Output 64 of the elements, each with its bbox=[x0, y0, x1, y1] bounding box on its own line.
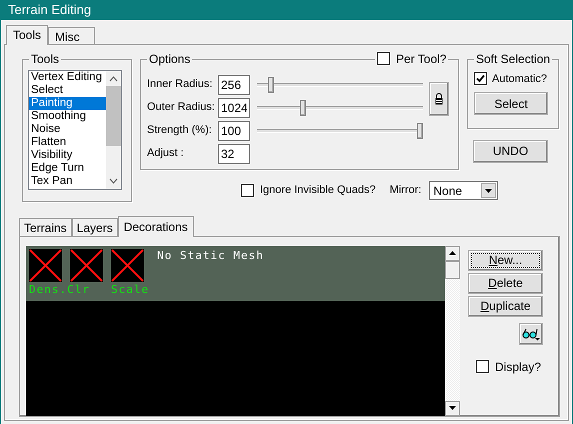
scroll-up-icon[interactable] bbox=[109, 76, 118, 82]
checkbox[interactable] bbox=[377, 52, 390, 65]
field-label: Inner Radius: bbox=[147, 77, 214, 92]
field-label: Outer Radius: bbox=[147, 100, 216, 116]
checkbox-label: Per Tool? bbox=[396, 52, 446, 66]
tab[interactable]: Tools bbox=[6, 24, 48, 44]
missing-image-icon[interactable] bbox=[111, 248, 144, 282]
scroll-down-icon[interactable] bbox=[449, 406, 456, 410]
dropdown-value: None bbox=[432, 182, 464, 200]
dropdown-arrow-icon bbox=[485, 188, 492, 192]
number-field[interactable]: 32 bbox=[218, 144, 250, 164]
mirror-dropdown[interactable]: None bbox=[429, 181, 498, 200]
field-label: Adjust : bbox=[147, 146, 185, 162]
field-label: Strength (%): bbox=[147, 123, 213, 138]
mesh-label: No Static Mesh bbox=[157, 248, 264, 264]
slider-thumb[interactable] bbox=[268, 76, 274, 92]
list-item[interactable]: Edge Turn bbox=[29, 162, 106, 174]
tab[interactable]: Misc bbox=[48, 26, 95, 44]
number-field[interactable]: 256 bbox=[218, 74, 250, 94]
thumbnail-label: Dens.Clr bbox=[29, 282, 91, 296]
lock-button[interactable] bbox=[429, 82, 449, 116]
select-button[interactable]: Select bbox=[474, 92, 548, 115]
tab[interactable]: Terrains bbox=[19, 218, 72, 236]
slider-thumb[interactable] bbox=[417, 122, 423, 138]
list-item[interactable]: Smoothing bbox=[29, 110, 106, 122]
group-title: Soft Selection bbox=[474, 52, 552, 66]
scrollbar[interactable] bbox=[106, 70, 121, 188]
number-field[interactable]: 100 bbox=[218, 120, 250, 140]
scroll-thumb[interactable] bbox=[445, 260, 460, 278]
checkbox-label: Automatic? bbox=[492, 72, 548, 86]
tab[interactable]: Layers bbox=[72, 218, 118, 236]
number-field[interactable]: 1024 bbox=[218, 98, 250, 118]
lock-icon bbox=[435, 92, 443, 104]
missing-image-icon[interactable] bbox=[70, 248, 103, 282]
scroll-thumb[interactable] bbox=[106, 86, 121, 146]
list-item[interactable]: Select bbox=[29, 84, 106, 96]
missing-image-icon[interactable] bbox=[29, 248, 62, 282]
list-item[interactable]: Visibility bbox=[29, 148, 106, 162]
list-item[interactable]: Tex Pan bbox=[29, 174, 106, 188]
window-title: Terrain Editing bbox=[7, 1, 92, 19]
action-button[interactable]: New... bbox=[468, 250, 543, 270]
glasses-icon bbox=[522, 326, 540, 340]
field-label: Mirror: bbox=[390, 183, 422, 198]
group-title: Tools bbox=[29, 52, 62, 66]
action-button[interactable]: Delete bbox=[468, 272, 543, 294]
scroll-up-icon[interactable] bbox=[449, 251, 456, 255]
checkbox[interactable] bbox=[241, 184, 254, 197]
view-options-button[interactable] bbox=[519, 322, 543, 344]
checkbox-label: Display? bbox=[495, 358, 542, 376]
list-item[interactable]: Painting bbox=[29, 96, 106, 110]
list-item[interactable]: Vertex Editing bbox=[29, 70, 106, 84]
action-button[interactable]: Duplicate bbox=[468, 296, 543, 316]
list-item[interactable]: Flatten bbox=[29, 136, 106, 148]
thumbnail-label: Scale bbox=[111, 282, 150, 296]
tab[interactable]: Decorations bbox=[118, 216, 194, 236]
undo-button[interactable]: UNDO bbox=[473, 140, 548, 162]
list-item[interactable]: Noise bbox=[29, 122, 106, 136]
checkbox[interactable] bbox=[476, 360, 489, 373]
scrollbar[interactable] bbox=[445, 246, 460, 416]
checkbox-label: Ignore Invisible Quads? bbox=[260, 183, 376, 198]
group-title: Options bbox=[147, 52, 192, 66]
slider-thumb[interactable] bbox=[300, 100, 306, 116]
checkbox[interactable] bbox=[474, 72, 487, 86]
scroll-down-icon[interactable] bbox=[109, 178, 118, 184]
